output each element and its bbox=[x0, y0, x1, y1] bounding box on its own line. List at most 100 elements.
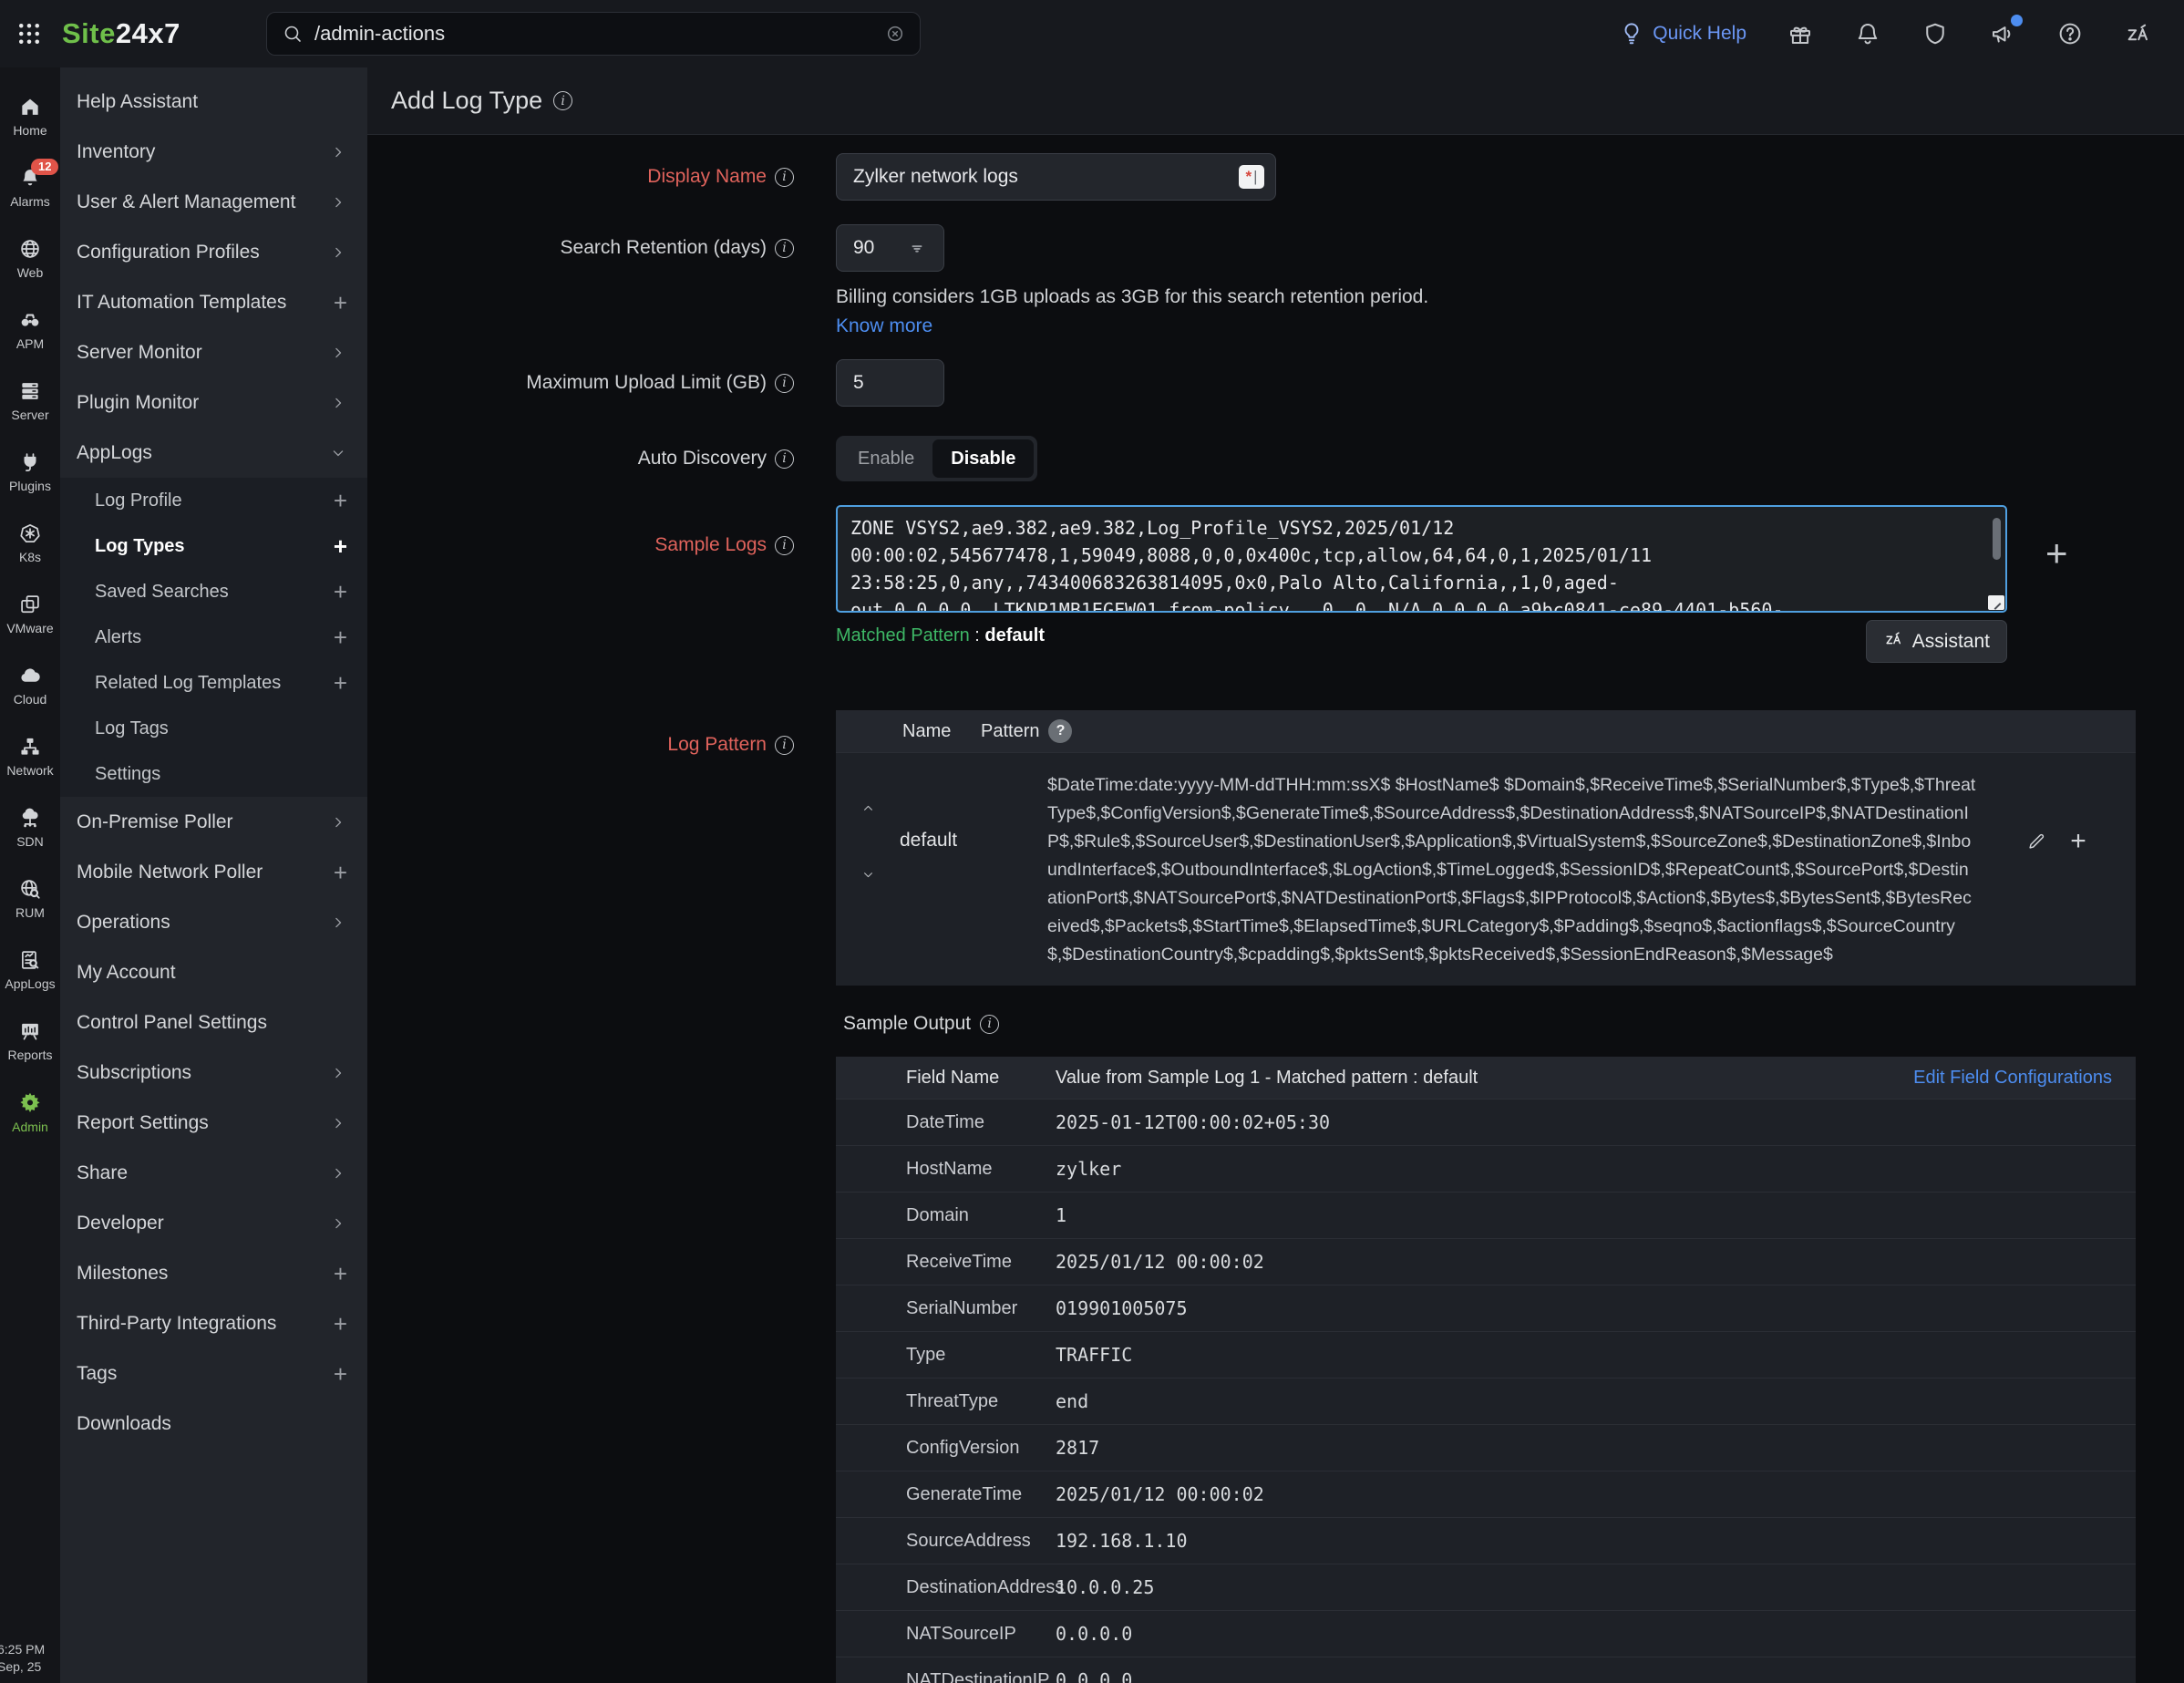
sample-logs-editor: ZONE VSYS2,ae9.382,ae9.382,Log_Profile_V… bbox=[836, 505, 2007, 613]
rail-item-k8s[interactable]: K8s bbox=[0, 507, 60, 578]
sidebar-item-settings[interactable]: Settings bbox=[60, 751, 367, 797]
sidebar-item-label: Downloads bbox=[77, 1413, 347, 1435]
search-clear-icon[interactable] bbox=[885, 24, 905, 44]
move-down-icon[interactable] bbox=[860, 867, 876, 883]
expand-plus-icon: + bbox=[334, 534, 347, 558]
sidebar-item-log-tags[interactable]: Log Tags bbox=[60, 706, 367, 751]
rail-item-cloud[interactable]: Cloud bbox=[0, 649, 60, 720]
sidebar-item-downloads[interactable]: Downloads bbox=[60, 1399, 367, 1449]
sidebar-item-related-log-templates[interactable]: Related Log Templates+ bbox=[60, 660, 367, 706]
rail-item-plugins[interactable]: Plugins bbox=[0, 436, 60, 507]
sidebar-item-configuration-profiles[interactable]: Configuration Profiles bbox=[60, 227, 367, 277]
know-more-link[interactable]: Know more bbox=[836, 315, 932, 337]
sidebar-item-third-party-integrations[interactable]: Third-Party Integrations+ bbox=[60, 1298, 367, 1348]
web-globe-icon bbox=[18, 237, 42, 261]
apps-grid-icon[interactable] bbox=[11, 15, 47, 52]
sidebar-item-share[interactable]: Share bbox=[60, 1148, 367, 1198]
applogs-icon bbox=[18, 948, 42, 972]
add-sample-log-icon[interactable]: + bbox=[2045, 534, 2068, 613]
sample-logs-info-icon[interactable]: i bbox=[775, 536, 794, 555]
sample-output-info-icon[interactable]: i bbox=[980, 1015, 999, 1034]
gift-icon[interactable] bbox=[1787, 20, 1814, 47]
move-up-icon[interactable] bbox=[860, 800, 876, 816]
edit-field-configurations-link[interactable]: Edit Field Configurations bbox=[1913, 1068, 2136, 1089]
rail-item-label: Admin bbox=[12, 1120, 48, 1134]
sidebar-item-report-settings[interactable]: Report Settings bbox=[60, 1098, 367, 1148]
sample-output-row: DestinationAddress10.0.0.25 bbox=[836, 1564, 2136, 1610]
sidebar-item-operations[interactable]: Operations bbox=[60, 897, 367, 947]
site24x7-logo[interactable]: Site24x7 bbox=[62, 17, 180, 50]
zia-assistant-button[interactable]: Assistant bbox=[1866, 620, 2007, 663]
rail-item-admin[interactable]: Admin bbox=[0, 1076, 60, 1147]
rail-item-rum[interactable]: RUM bbox=[0, 862, 60, 934]
shield-icon[interactable] bbox=[1921, 20, 1949, 47]
sample-output-row: TypeTRAFFIC bbox=[836, 1331, 2136, 1378]
sidebar-item-tags[interactable]: Tags+ bbox=[60, 1348, 367, 1399]
page-title-info-icon[interactable]: i bbox=[553, 91, 572, 110]
rail-item-web[interactable]: Web bbox=[0, 222, 60, 294]
sidebar-item-help-assistant[interactable]: Help Assistant bbox=[60, 77, 367, 127]
auto-discovery-info-icon[interactable]: i bbox=[775, 449, 794, 469]
expand-plus-icon: + bbox=[334, 1262, 347, 1285]
sidebar-item-mobile-network-poller[interactable]: Mobile Network Poller+ bbox=[60, 847, 367, 897]
quick-help-button[interactable]: Quick Help bbox=[1618, 20, 1746, 47]
rail-item-applogs[interactable]: AppLogs bbox=[0, 934, 60, 1005]
sidebar-item-label: My Account bbox=[77, 962, 347, 984]
sidebar-item-saved-searches[interactable]: Saved Searches+ bbox=[60, 569, 367, 614]
sidebar-item-log-types[interactable]: Log Types+ bbox=[60, 523, 367, 569]
sidebar-item-it-automation-templates[interactable]: IT Automation Templates+ bbox=[60, 277, 367, 327]
pattern-help-icon[interactable]: ? bbox=[1048, 719, 1072, 743]
auto-discovery-enable-option[interactable]: Enable bbox=[840, 439, 932, 478]
sample-logs-textarea[interactable]: ZONE VSYS2,ae9.382,ae9.382,Log_Profile_V… bbox=[836, 505, 2007, 613]
edit-pencil-icon[interactable] bbox=[2026, 831, 2046, 969]
rail-item-home[interactable]: Home bbox=[0, 80, 60, 151]
home-icon bbox=[18, 95, 42, 119]
textarea-resize-handle[interactable] bbox=[1988, 595, 2004, 610]
rail-item-sdn[interactable]: SDN bbox=[0, 791, 60, 862]
sidebar-item-user-alert-management[interactable]: User & Alert Management bbox=[60, 177, 367, 227]
sidebar-item-subscriptions[interactable]: Subscriptions bbox=[60, 1048, 367, 1098]
zia-icon[interactable] bbox=[2124, 20, 2151, 47]
search-retention-info-icon[interactable]: i bbox=[775, 239, 794, 258]
sidebar-item-on-premise-poller[interactable]: On-Premise Poller bbox=[60, 797, 367, 847]
sidebar-item-milestones[interactable]: Milestones+ bbox=[60, 1248, 367, 1298]
rail-item-server[interactable]: Server bbox=[0, 365, 60, 436]
max-upload-info-icon[interactable]: i bbox=[775, 374, 794, 393]
rail-item-reports[interactable]: Reports bbox=[0, 1005, 60, 1076]
auto-discovery-disable-option[interactable]: Disable bbox=[932, 439, 1034, 478]
rail-item-vmware[interactable]: VMware bbox=[0, 578, 60, 649]
log-pattern-info-icon[interactable]: i bbox=[775, 736, 794, 755]
sidebar-item-server-monitor[interactable]: Server Monitor bbox=[60, 327, 367, 377]
chevron-right-icon bbox=[329, 344, 347, 362]
rail-item-alarms[interactable]: Alarms12 bbox=[0, 151, 60, 222]
display-name-field[interactable]: Zylker network logs *| bbox=[836, 153, 1276, 201]
announcements-megaphone-icon[interactable] bbox=[1989, 20, 2016, 47]
search-input[interactable] bbox=[314, 22, 885, 46]
sample-output-row: ConfigVersion2817 bbox=[836, 1424, 2136, 1471]
field-name-cell: Type bbox=[836, 1345, 1056, 1366]
help-question-icon[interactable] bbox=[2056, 20, 2084, 47]
add-log-type-form: Display Name i Zylker network logs *| Se… bbox=[367, 135, 2184, 1683]
global-search[interactable] bbox=[266, 12, 921, 56]
chevron-down-icon bbox=[329, 444, 347, 462]
sidebar-item-inventory[interactable]: Inventory bbox=[60, 127, 367, 177]
textarea-scrollbar-thumb[interactable] bbox=[1993, 518, 2001, 560]
sidebar-item-label: Mobile Network Poller bbox=[77, 862, 334, 883]
sidebar-item-alerts[interactable]: Alerts+ bbox=[60, 614, 367, 660]
sidebar-item-plugin-monitor[interactable]: Plugin Monitor bbox=[60, 377, 367, 428]
sample-output-row: Domain1 bbox=[836, 1192, 2136, 1238]
search-retention-select[interactable]: 90 bbox=[836, 224, 944, 272]
rail-item-network[interactable]: Network bbox=[0, 720, 60, 791]
sidebar-item-applogs[interactable]: AppLogs bbox=[60, 428, 367, 478]
admin-sidebar: Help AssistantInventoryUser & Alert Mana… bbox=[60, 67, 367, 1683]
sidebar-item-label: Report Settings bbox=[77, 1112, 329, 1134]
max-upload-field[interactable]: 5 bbox=[836, 359, 944, 407]
rail-item-apm[interactable]: APM bbox=[0, 294, 60, 365]
sidebar-item-log-profile[interactable]: Log Profile+ bbox=[60, 478, 367, 523]
sidebar-item-developer[interactable]: Developer bbox=[60, 1198, 367, 1248]
display-name-info-icon[interactable]: i bbox=[775, 168, 794, 187]
sidebar-item-my-account[interactable]: My Account bbox=[60, 947, 367, 997]
add-pattern-icon[interactable]: + bbox=[2070, 831, 2086, 969]
sidebar-item-control-panel-settings[interactable]: Control Panel Settings bbox=[60, 997, 367, 1048]
notifications-bell-icon[interactable] bbox=[1854, 20, 1881, 47]
